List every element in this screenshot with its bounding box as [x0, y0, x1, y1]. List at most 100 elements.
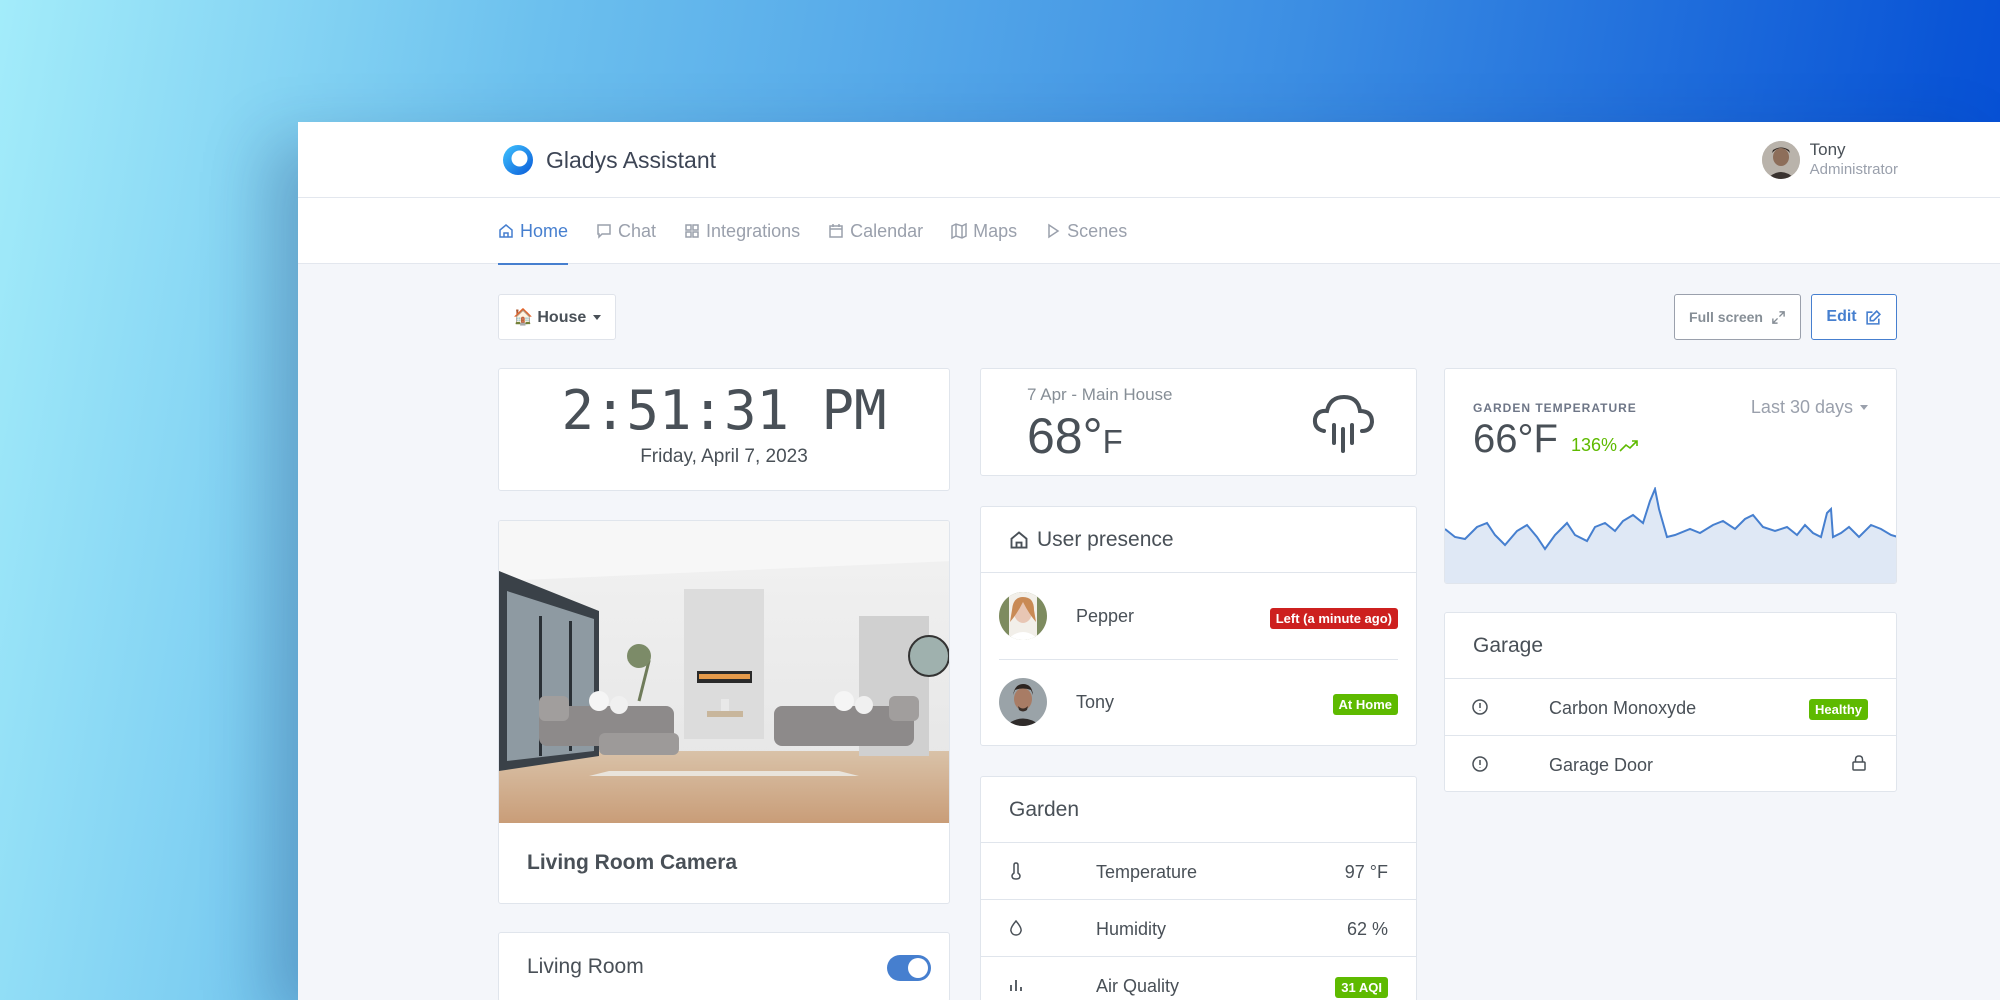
- living-room-toggle[interactable]: [887, 955, 931, 981]
- avatar: [999, 678, 1047, 726]
- sensor-label: Humidity: [1096, 919, 1167, 939]
- sensor-label: Temperature: [1096, 862, 1198, 882]
- play-icon: [1048, 223, 1060, 239]
- garage-card: Garage Carbon Monoxyde Healthy Garage Do…: [1444, 612, 1897, 792]
- grid-icon: [685, 224, 699, 238]
- tab-label: Maps: [973, 220, 1018, 241]
- garage-title: Garage: [1473, 633, 1544, 657]
- fullscreen-label: Full screen: [1689, 309, 1763, 325]
- thermometer-icon: [1011, 862, 1021, 880]
- card-header: Garage: [1445, 613, 1896, 679]
- trend-up-icon: [1619, 439, 1638, 452]
- user-presence-title: User presence: [1037, 527, 1174, 551]
- status-badge: Left (a minute ago): [1269, 608, 1398, 629]
- living-room-title: Living Room: [527, 955, 644, 978]
- status-badge: At Home: [1332, 694, 1398, 715]
- tab-chat[interactable]: Chat: [596, 198, 656, 264]
- sensor-value: 97 °F: [1344, 862, 1388, 882]
- weather-card: 7 Apr - Main House 68°F: [980, 368, 1417, 476]
- weather-temp: 68°F: [1027, 407, 1123, 465]
- aqi-badge: 31 AQI: [1335, 977, 1388, 998]
- tab-label: Scenes: [1067, 220, 1128, 241]
- sensor-row: Temperature 97 °F: [981, 843, 1416, 900]
- user-name: Tony: [1076, 692, 1115, 712]
- camera-card[interactable]: Living Room Camera: [498, 520, 950, 904]
- sensor-label: Garage Door: [1549, 755, 1654, 775]
- tab-home[interactable]: Home: [498, 198, 569, 265]
- lock-icon: [1852, 755, 1866, 771]
- living-room-card: Living Room: [498, 932, 950, 1000]
- card-header: User presence: [981, 507, 1416, 573]
- nav-bar: Home Chat Integrations Calendar Maps Sce…: [298, 198, 2000, 265]
- tab-label: Home: [520, 220, 569, 241]
- sensor-row: Air Quality 31 AQI: [981, 957, 1416, 1000]
- list-item: Pepper Left (a minute ago): [981, 573, 1416, 659]
- brand[interactable]: Gladys Assistant: [502, 144, 716, 176]
- clock-card: 2:51:31 PM Friday, April 7, 2023: [498, 368, 950, 491]
- garden-temperature-value: 66°F: [1473, 417, 1558, 461]
- app-title: Gladys Assistant: [546, 146, 717, 173]
- home-icon: [1010, 530, 1028, 548]
- trend-percentage: 136%: [1571, 435, 1639, 456]
- list-item: Tony At Home: [981, 659, 1416, 745]
- tab-calendar[interactable]: Calendar: [828, 198, 923, 264]
- header: Gladys Assistant Tony Administrator: [298, 122, 2000, 198]
- tab-label: Integrations: [706, 220, 801, 241]
- info-icon: [1472, 756, 1488, 772]
- camera-title: Living Room Camera: [527, 851, 738, 874]
- map-icon: [951, 223, 967, 239]
- sparkline: [1445, 487, 1896, 583]
- range-select[interactable]: Last 30 days: [1751, 397, 1868, 418]
- garden-title: Garden: [1009, 797, 1080, 821]
- tab-maps[interactable]: Maps: [951, 198, 1017, 264]
- user-role: Administrator: [1809, 161, 1898, 178]
- calendar-icon: [829, 224, 843, 238]
- weather-date: 7 Apr - Main House: [1027, 385, 1173, 404]
- avatar: [999, 592, 1047, 640]
- app-window: Gladys Assistant Tony Administrator Home: [298, 122, 2000, 1000]
- camera-image[interactable]: [499, 521, 949, 823]
- user-menu[interactable]: Tony Administrator: [1761, 140, 1898, 180]
- tab-label: Calendar: [850, 220, 924, 241]
- user-name: Tony: [1809, 140, 1846, 159]
- sensor-label: Carbon Monoxyde: [1549, 698, 1697, 718]
- avatar: [1761, 141, 1800, 179]
- sensor-row: Humidity 62 %: [981, 900, 1416, 957]
- garden-card: Garden Temperature 97 °F Humidity 62 % A…: [980, 776, 1417, 1000]
- sensor-label: Air Quality: [1096, 976, 1180, 996]
- edit-label: Edit: [1826, 308, 1857, 325]
- sensor-row: Carbon Monoxyde Healthy: [1445, 679, 1896, 736]
- clock-date: Friday, April 7, 2023: [640, 446, 808, 467]
- house-select[interactable]: 🏠 House: [498, 294, 617, 340]
- chat-icon: [597, 224, 611, 239]
- edit-button[interactable]: Edit: [1811, 294, 1897, 340]
- weather-temp-unit: F: [1102, 423, 1123, 460]
- garden-temperature-label: GARDEN TEMPERATURE: [1473, 401, 1637, 415]
- trend-value: 136%: [1571, 435, 1618, 455]
- clock-time: 2:51:31 PM: [561, 379, 887, 442]
- droplet-icon: [1010, 919, 1022, 936]
- card-header: Garden: [981, 777, 1416, 843]
- status-badge: Healthy: [1809, 699, 1868, 720]
- info-icon: [1472, 699, 1488, 715]
- weather-temp-value: 68°: [1027, 408, 1103, 464]
- chevron-down-icon: [1860, 405, 1868, 410]
- house-select-label: 🏠 House: [513, 309, 587, 326]
- tab-label: Chat: [618, 220, 657, 241]
- edit-icon: [1865, 309, 1881, 325]
- rain-cloud-icon: [1312, 394, 1375, 453]
- range-select-label: Last 30 days: [1750, 397, 1853, 417]
- garden-temperature-card: GARDEN TEMPERATURE Last 30 days 66°F 136…: [1444, 368, 1897, 584]
- expand-icon: [1772, 310, 1785, 324]
- tab-integrations[interactable]: Integrations: [684, 198, 800, 264]
- sensor-row: Garage Door: [1445, 736, 1896, 791]
- bar-chart-icon: [1010, 980, 1022, 991]
- gladys-logo-icon: [503, 145, 533, 175]
- user-name: Pepper: [1076, 606, 1135, 626]
- fullscreen-button[interactable]: Full screen: [1674, 294, 1801, 340]
- chevron-down-icon: [593, 314, 602, 320]
- user-presence-card: User presence Pepper Left (a minute ago): [980, 506, 1417, 746]
- home-icon: [499, 224, 513, 238]
- sensor-value: 62 %: [1346, 919, 1388, 939]
- tab-scenes[interactable]: Scenes: [1045, 198, 1127, 264]
